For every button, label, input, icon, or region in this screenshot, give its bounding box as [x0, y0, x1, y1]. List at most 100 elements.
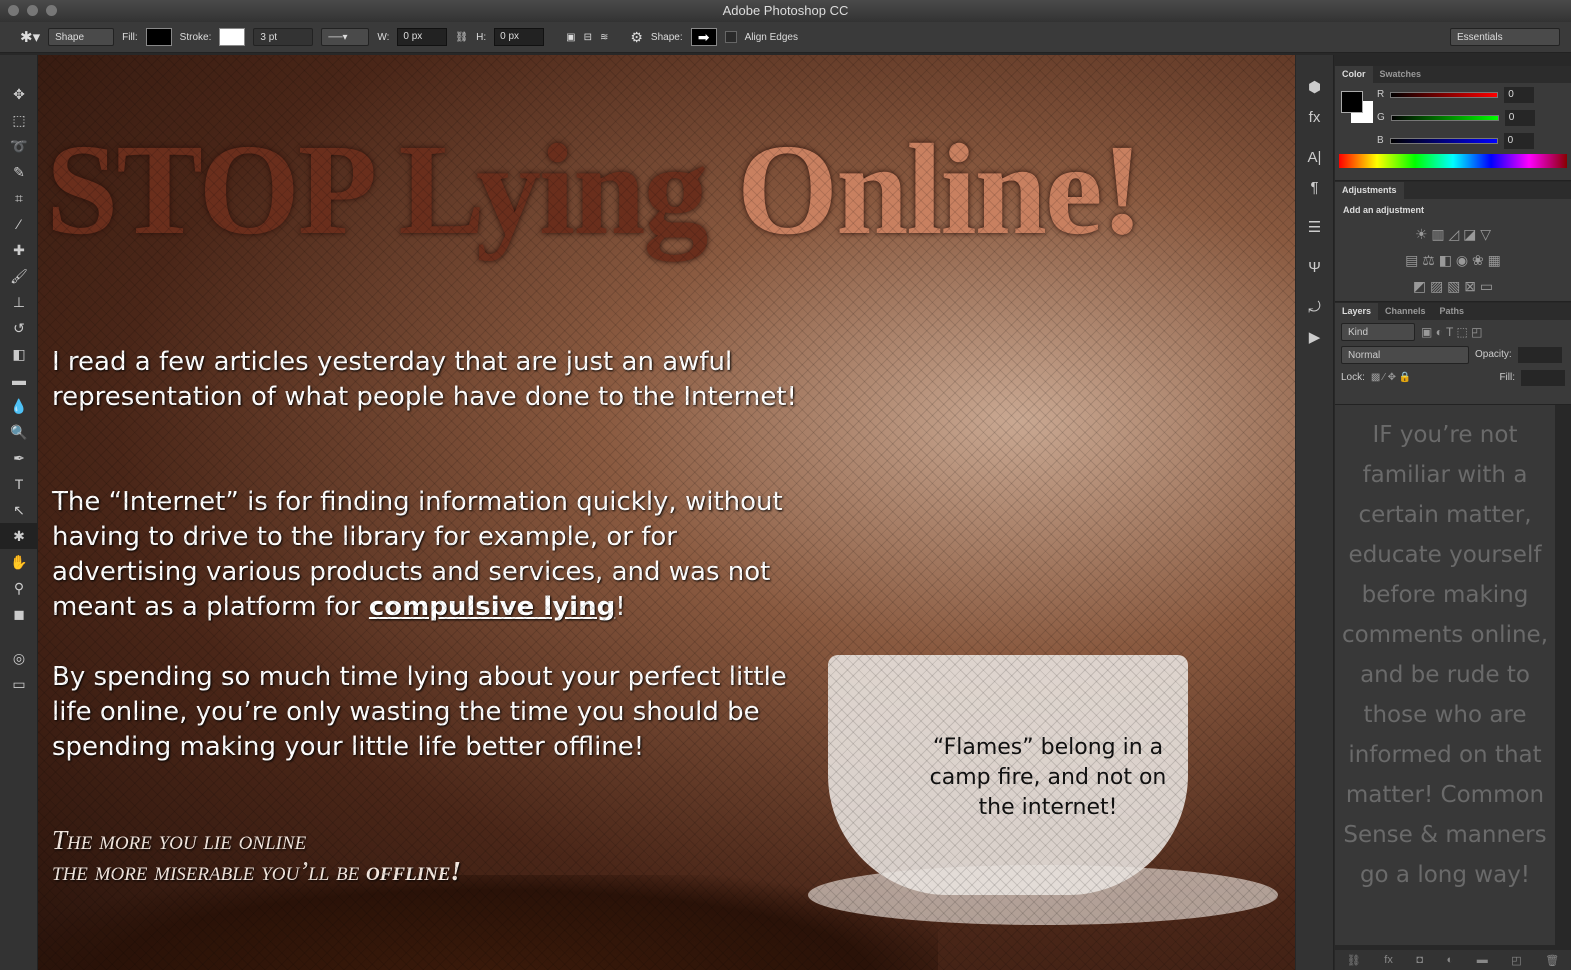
- p2-text: The “Internet” is for finding informatio…: [52, 487, 783, 622]
- adjustments-heading: Add an adjustment: [1343, 205, 1425, 215]
- foreground-color[interactable]: [1341, 91, 1363, 113]
- r-input[interactable]: 0: [1504, 86, 1535, 103]
- motto: The more you lie online the more miserabl…: [52, 825, 461, 887]
- adjustments-panel: Adjustments Add an adjustment ☀ ▥ ◿ ◪ ▽ ▤…: [1335, 182, 1571, 302]
- r-slider[interactable]: [1390, 91, 1499, 98]
- mask-icon[interactable]: ◘: [1416, 954, 1423, 966]
- properties-icon[interactable]: ☰: [1296, 213, 1333, 243]
- cup-quote: “Flames” belong in a camp fire, and not …: [929, 735, 1167, 820]
- align-edges-checkbox[interactable]: [724, 31, 737, 43]
- actions-play-icon[interactable]: ▶: [1296, 323, 1333, 353]
- type-tool-icon[interactable]: T: [0, 471, 38, 497]
- workspace-select[interactable]: Essentials: [1450, 28, 1560, 46]
- tab-channels[interactable]: Channels: [1378, 303, 1433, 320]
- fill-swatch[interactable]: [145, 28, 172, 46]
- stroke-swatch[interactable]: [219, 28, 246, 46]
- stroke-width-select[interactable]: 3 pt: [253, 28, 314, 46]
- marquee-tool-icon[interactable]: ⬚: [0, 107, 38, 133]
- motto-line-2: the more miserable you’ll be: [52, 856, 367, 886]
- link-icon[interactable]: ⛓: [455, 32, 468, 43]
- tab-layers[interactable]: Layers: [1335, 303, 1379, 320]
- gear-icon[interactable]: ⚙: [630, 29, 643, 46]
- opacity-input[interactable]: [1517, 346, 1562, 363]
- color-swatches-icon[interactable]: ◼: [0, 601, 38, 645]
- tab-paths[interactable]: Paths: [1433, 303, 1472, 320]
- tab-swatches[interactable]: Swatches: [1373, 66, 1429, 83]
- brush-presets-icon[interactable]: Ψ: [1296, 253, 1333, 283]
- stamp-tool-icon[interactable]: ⊥: [0, 289, 38, 315]
- g-input[interactable]: 0: [1504, 109, 1535, 126]
- lasso-tool-icon[interactable]: ➰: [0, 133, 38, 159]
- blur-tool-icon[interactable]: 💧: [0, 393, 38, 419]
- hand-tool-icon[interactable]: ✋: [0, 549, 38, 575]
- link-layers-icon[interactable]: ⛓: [1347, 954, 1361, 967]
- color-spectrum[interactable]: [1339, 154, 1567, 168]
- gradient-tool-icon[interactable]: ▬: [0, 367, 38, 393]
- title-bar: Adobe Photoshop CC: [0, 0, 1571, 22]
- styles-fx-icon[interactable]: fx: [1296, 103, 1333, 133]
- path-select-tool-icon[interactable]: ↖: [0, 497, 38, 523]
- headline-part: STOP Lying: [46, 118, 737, 262]
- fill-input[interactable]: [1521, 369, 1565, 386]
- path-alignment-icon[interactable]: ⊟: [584, 32, 592, 43]
- custom-shape-tool-icon[interactable]: ✱▾: [20, 28, 40, 46]
- custom-shape-tool-icon[interactable]: ✱: [0, 523, 38, 549]
- g-slider[interactable]: [1390, 114, 1499, 121]
- trash-icon[interactable]: 🗑: [1545, 954, 1559, 967]
- eraser-tool-icon[interactable]: ◧: [0, 341, 38, 367]
- brush-tool-icon[interactable]: 🖌: [0, 263, 38, 289]
- width-input[interactable]: 0 px: [397, 28, 448, 46]
- path-operations-icon[interactable]: ▣: [566, 32, 575, 43]
- minimize-window-button[interactable]: [27, 5, 38, 16]
- opacity-label: Opacity:: [1475, 349, 1512, 360]
- tab-adjustments[interactable]: Adjustments: [1335, 182, 1404, 199]
- fx-icon[interactable]: fx: [1384, 954, 1393, 966]
- 3d-icon[interactable]: ⬢: [1296, 73, 1333, 103]
- folder-icon[interactable]: ▬: [1477, 954, 1488, 966]
- p2-emphasis: compulsive lying: [368, 592, 616, 622]
- color-panel: Color Swatches R 0 G 0 B 0: [1335, 66, 1571, 181]
- coffee-beans-image: [38, 875, 938, 970]
- pen-tool-icon[interactable]: ✒: [0, 445, 38, 471]
- dodge-tool-icon[interactable]: 🔍: [0, 419, 38, 445]
- healing-brush-tool-icon[interactable]: ✚: [0, 237, 38, 263]
- character-icon[interactable]: A|: [1296, 143, 1333, 173]
- crop-tool-icon[interactable]: ⌗: [0, 185, 38, 211]
- tab-color[interactable]: Color: [1335, 66, 1373, 83]
- panel-dock: ⬢ fx A| ¶ ☰ Ψ ⤾ ▶: [1296, 55, 1334, 970]
- quick-mask-icon[interactable]: ◎: [0, 645, 38, 671]
- height-input[interactable]: 0 px: [494, 28, 545, 46]
- zoom-window-button[interactable]: [46, 5, 57, 16]
- new-layer-icon[interactable]: ◰: [1511, 954, 1521, 967]
- stroke-type-select[interactable]: ──▾: [321, 28, 370, 46]
- paragraph-icon[interactable]: ¶: [1296, 173, 1333, 203]
- close-window-button[interactable]: [8, 5, 19, 16]
- stroke-label: Stroke:: [179, 31, 212, 43]
- zoom-tool-icon[interactable]: ⚲: [0, 575, 38, 601]
- b-input[interactable]: 0: [1503, 132, 1534, 149]
- shape-picker[interactable]: ➡: [690, 28, 717, 46]
- motto-offline: offline!: [366, 856, 461, 886]
- layer-filter-kind[interactable]: Kind: [1341, 322, 1415, 341]
- adjustment-icons[interactable]: ☀ ▥ ◿ ◪ ▽ ▤ ⚖ ◧ ◉ ❀ ▦ ◩ ▨ ▧ ⊠ ▭: [1335, 221, 1571, 299]
- blend-mode-select[interactable]: Normal: [1341, 345, 1469, 364]
- paragraph-1: I read a few articles yesterday that are…: [52, 347, 797, 412]
- document-canvas[interactable]: STOP Lying Online! “Flames” belong in a …: [38, 55, 1295, 970]
- g-label: G: [1377, 112, 1385, 123]
- b-slider[interactable]: [1389, 137, 1498, 144]
- r-label: R: [1377, 89, 1385, 100]
- width-label: W:: [377, 31, 390, 43]
- quick-select-tool-icon[interactable]: ✎: [0, 159, 38, 185]
- screen-mode-icon[interactable]: ▭: [0, 671, 38, 697]
- p2-end: !: [615, 592, 626, 622]
- move-tool-icon[interactable]: ✥: [0, 81, 38, 107]
- tool-mode-select[interactable]: Shape: [48, 28, 115, 46]
- eyedropper-tool-icon[interactable]: ⁄: [0, 211, 38, 237]
- layer-filter-icons[interactable]: ▣ ◐ T ⬚ ◰: [1421, 325, 1483, 339]
- lock-icons[interactable]: ▩ ⁄ ✥ 🔒: [1371, 372, 1411, 383]
- adjustment-layer-icon[interactable]: ◐: [1447, 954, 1454, 966]
- path-arrangement-icon[interactable]: ≋: [600, 32, 608, 43]
- app-title: Adobe Photoshop CC: [722, 3, 849, 18]
- history-brush-tool-icon[interactable]: ↺: [0, 315, 38, 341]
- history-icon[interactable]: ⤾: [1296, 293, 1333, 323]
